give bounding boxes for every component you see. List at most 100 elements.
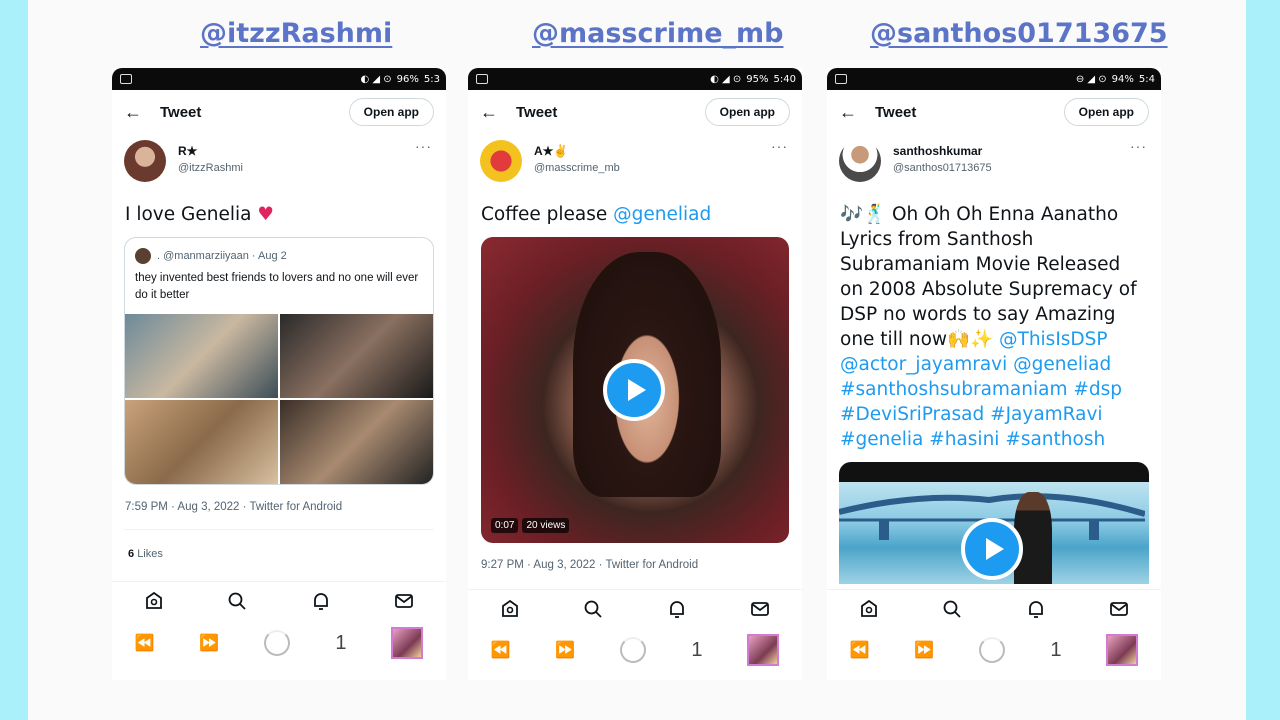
rewind-icon[interactable]: ⏪	[135, 633, 155, 653]
video-player[interactable]: 0:07 20 views	[481, 237, 789, 543]
mention-link[interactable]: @geneliad	[613, 204, 711, 225]
tweet-text: Coffee please @geneliad	[468, 188, 802, 237]
tab-thumbnail[interactable]	[747, 634, 780, 666]
mail-icon[interactable]	[1107, 597, 1131, 621]
author-name[interactable]: santhoshkumar	[893, 144, 992, 158]
rewind-icon[interactable]: ⏪	[850, 640, 870, 660]
clock: 5:4	[1138, 73, 1155, 85]
bottom-tab-bar	[468, 589, 802, 627]
tweet-author: santhoshkumar @santhos01713675 ···	[827, 134, 1161, 188]
divider	[124, 529, 434, 530]
status-bar: ⊖ ◢ ⊙ 94% 5:4	[827, 68, 1161, 90]
video-player[interactable]	[839, 462, 1149, 584]
loading-spinner-icon	[620, 637, 647, 663]
author-username[interactable]: @santhos01713675	[893, 162, 992, 174]
tab-count[interactable]: 1	[1050, 639, 1061, 662]
battery-level: 95%	[746, 73, 769, 85]
media-image[interactable]	[125, 314, 278, 398]
tab-thumbnail[interactable]	[391, 627, 424, 659]
more-options-icon[interactable]: ···	[771, 138, 788, 154]
clock: 5:3	[423, 73, 440, 85]
forward-icon[interactable]: ⏩	[199, 633, 219, 653]
mail-icon[interactable]	[748, 597, 772, 621]
media-image[interactable]	[280, 400, 433, 484]
tweet-timestamp[interactable]: 9:27 PM · Aug 3, 2022 · Twitter for Andr…	[468, 559, 802, 571]
back-arrow-icon[interactable]: ←	[480, 102, 516, 123]
bell-icon[interactable]	[1024, 597, 1048, 621]
home-icon[interactable]	[498, 597, 522, 621]
media-image[interactable]	[280, 314, 433, 398]
video-duration: 0:07	[491, 518, 519, 533]
more-options-icon[interactable]: ···	[1130, 138, 1147, 154]
tab-count[interactable]: 1	[335, 632, 346, 655]
author-username[interactable]: @itzzRashmi	[178, 162, 243, 174]
rewind-icon[interactable]: ⏪	[491, 640, 511, 660]
loading-spinner-icon	[979, 637, 1006, 663]
author-name[interactable]: R★	[178, 144, 243, 158]
tab-count[interactable]: 1	[691, 639, 702, 662]
play-icon[interactable]	[961, 518, 1023, 580]
card: @itzzRashmi ◐ ◢ ⊙ 96% 5:3 ← Tweet Open app…	[28, 0, 1246, 720]
image-icon	[120, 74, 132, 84]
back-arrow-icon[interactable]: ←	[839, 102, 875, 123]
signal-icon: ⊖ ◢ ⊙	[1075, 73, 1107, 85]
tweet-text-content: I love Genelia	[125, 204, 258, 225]
author-name[interactable]: A★✌	[534, 144, 620, 158]
tweet-text: 🎶🕺 Oh Oh Oh Enna Aanatho Lyrics from San…	[827, 188, 1161, 462]
open-app-button[interactable]: Open app	[1063, 98, 1149, 126]
bell-icon[interactable]	[665, 597, 689, 621]
forward-icon[interactable]: ⏩	[555, 640, 575, 660]
quote-author: . @manmarziiyaan · Aug 2	[157, 250, 287, 262]
battery-level: 94%	[1111, 73, 1134, 85]
status-bar: ◐ ◢ ⊙ 95% 5:40	[468, 68, 802, 90]
more-options-icon[interactable]: ···	[415, 138, 432, 154]
avatar[interactable]	[124, 140, 166, 182]
home-icon[interactable]	[142, 589, 166, 613]
play-icon[interactable]	[603, 359, 665, 421]
signal-icon: ◐ ◢ ⊙	[360, 73, 392, 85]
page-title: Tweet	[516, 103, 558, 121]
browser-nav-bar: ⏪ ⏩ 1	[112, 621, 446, 665]
back-arrow-icon[interactable]: ←	[124, 102, 160, 123]
open-app-button[interactable]: Open app	[704, 98, 790, 126]
page-title: Tweet	[160, 103, 202, 121]
handle-heading-3[interactable]: @santhos01713675	[870, 18, 1168, 49]
author-username[interactable]: @masscrime_mb	[534, 162, 620, 174]
tweet-text: I love Genelia ♥	[112, 188, 446, 237]
tweet-timestamp[interactable]: 7:59 PM · Aug 3, 2022 · Twitter for Andr…	[112, 501, 446, 513]
phone-screen-3: ⊖ ◢ ⊙ 94% 5:4 ← Tweet Open app santhoshkum…	[827, 68, 1161, 680]
open-app-button[interactable]: Open app	[348, 98, 434, 126]
handle-heading-1[interactable]: @itzzRashmi	[200, 18, 392, 49]
video-badges: 0:07 20 views	[491, 518, 570, 533]
forward-icon[interactable]: ⏩	[914, 640, 934, 660]
handle-heading-2[interactable]: @masscrime_mb	[532, 18, 783, 49]
media-image[interactable]	[125, 400, 278, 484]
music-dance-emoji: 🎶🕺	[840, 204, 887, 225]
browser-nav-bar: ⏪ ⏩ 1	[827, 628, 1161, 672]
quote-text: they invented best friends to lovers and…	[135, 272, 419, 301]
tweet-topbar: ← Tweet Open app	[112, 90, 446, 134]
avatar[interactable]	[480, 140, 522, 182]
search-icon[interactable]	[581, 597, 605, 621]
search-icon[interactable]	[225, 589, 249, 613]
tab-thumbnail[interactable]	[1106, 634, 1139, 666]
search-icon[interactable]	[940, 597, 964, 621]
mail-icon[interactable]	[392, 589, 416, 613]
quoted-tweet[interactable]: . @manmarziiyaan · Aug 2 they invented b…	[124, 237, 434, 485]
tweet-topbar: ← Tweet Open app	[468, 90, 802, 134]
tweet-text-content: Coffee please	[481, 204, 614, 225]
video-views: 20 views	[522, 518, 570, 533]
phone-screen-1: ◐ ◢ ⊙ 96% 5:3 ← Tweet Open app R★ @itzzRas…	[112, 68, 446, 680]
quote-media-grid[interactable]	[125, 314, 433, 484]
status-bar: ◐ ◢ ⊙ 96% 5:3	[112, 68, 446, 90]
avatar[interactable]	[839, 140, 881, 182]
bell-icon[interactable]	[309, 589, 333, 613]
tweet-topbar: ← Tweet Open app	[827, 90, 1161, 134]
bottom-tab-bar	[827, 589, 1161, 627]
image-icon	[476, 74, 488, 84]
image-icon	[835, 74, 847, 84]
home-icon[interactable]	[857, 597, 881, 621]
likes-number: 6	[128, 548, 135, 560]
likes-count[interactable]: 6 Likes	[112, 548, 446, 560]
loading-spinner-icon	[264, 630, 291, 656]
